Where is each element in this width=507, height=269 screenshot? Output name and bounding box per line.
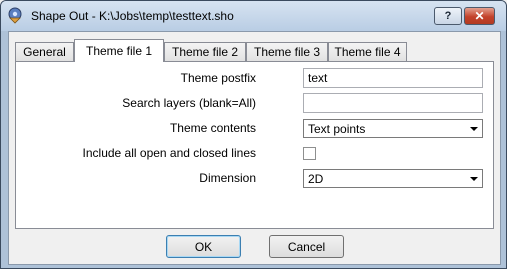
theme-contents-select[interactable]: Text points xyxy=(303,119,483,138)
tab-panel: Theme postfix Search layers (blank=All) … xyxy=(15,61,494,229)
chevron-down-icon[interactable] xyxy=(466,171,481,186)
search-layers-label: Search layers (blank=All) xyxy=(122,96,256,110)
theme-contents-value: Text points xyxy=(308,122,366,136)
title-bar[interactable]: Shape Out - K:\Jobs\temp\testtext.sho ? … xyxy=(1,1,506,31)
theme-postfix-input[interactable]: text xyxy=(303,68,483,88)
search-layers-input[interactable] xyxy=(303,93,483,113)
tab-label: General xyxy=(23,45,66,59)
tab-label: Theme file 1 xyxy=(85,44,153,58)
dialog-window: Shape Out - K:\Jobs\temp\testtext.sho ? … xyxy=(0,0,507,269)
help-button[interactable]: ? xyxy=(434,7,462,25)
tab-theme-file-3[interactable]: Theme file 3 xyxy=(246,42,328,61)
tab-general[interactable]: General xyxy=(15,42,74,61)
tab-label: Theme file 2 xyxy=(171,45,239,59)
tab-label: Theme file 3 xyxy=(253,45,321,59)
cancel-button[interactable]: Cancel xyxy=(269,235,344,258)
close-icon: ✕ xyxy=(474,9,485,23)
help-icon: ? xyxy=(444,10,452,22)
dimension-value: 2D xyxy=(308,172,324,186)
dimension-label: Dimension xyxy=(199,171,256,185)
tab-theme-file-4[interactable]: Theme file 4 xyxy=(328,42,407,61)
include-lines-label: Include all open and closed lines xyxy=(82,146,256,160)
tab-label: Theme file 4 xyxy=(334,45,401,59)
dimension-select[interactable]: 2D xyxy=(303,169,483,188)
dialog-client: General Theme file 1 Theme file 2 Theme … xyxy=(8,31,501,265)
tab-theme-file-1[interactable]: Theme file 1 xyxy=(74,39,164,62)
tab-strip: General Theme file 1 Theme file 2 Theme … xyxy=(9,32,500,62)
ok-button-label: OK xyxy=(194,239,213,254)
chevron-down-icon[interactable] xyxy=(466,121,481,136)
include-lines-checkbox[interactable] xyxy=(303,147,316,160)
app-icon xyxy=(8,7,22,24)
close-button[interactable]: ✕ xyxy=(464,7,495,25)
cancel-button-label: Cancel xyxy=(287,239,326,254)
label-column: Theme postfix Search layers (blank=All) … xyxy=(16,62,256,228)
window-title: Shape Out - K:\Jobs\temp\testtext.sho xyxy=(31,9,234,23)
theme-contents-label: Theme contents xyxy=(169,121,256,135)
ok-button[interactable]: OK xyxy=(166,235,241,258)
tab-theme-file-2[interactable]: Theme file 2 xyxy=(164,42,246,61)
theme-postfix-label: Theme postfix xyxy=(180,71,256,85)
